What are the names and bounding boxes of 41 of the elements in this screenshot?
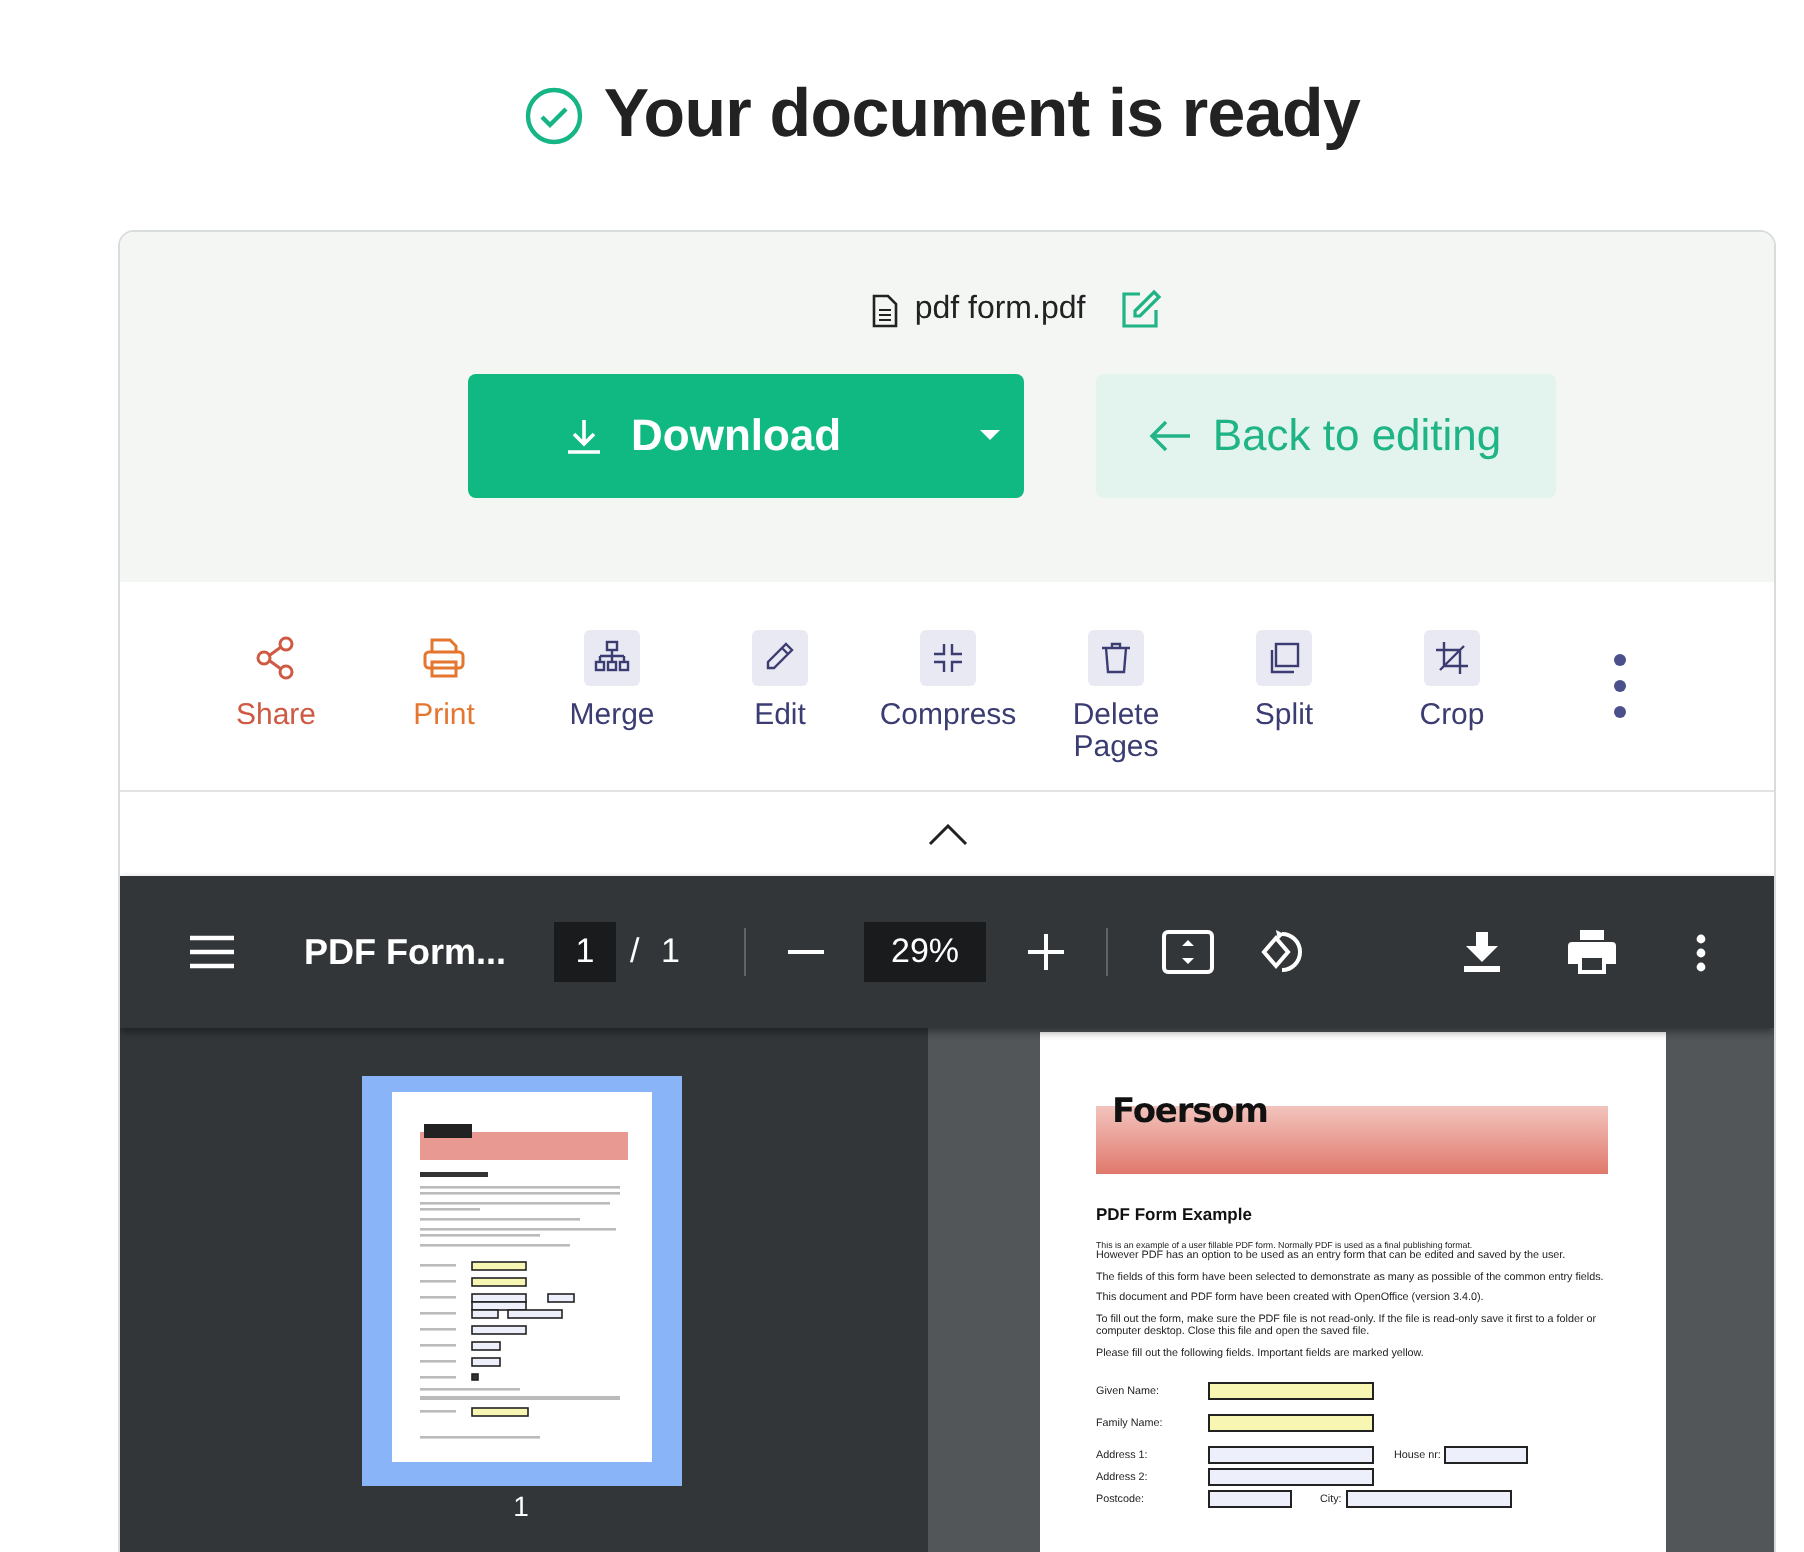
crop-icon [1430, 636, 1474, 680]
chevron-up-icon[interactable] [927, 823, 967, 845]
more-options-icon[interactable] [1696, 933, 1706, 971]
page-thumbnail[interactable] [361, 1076, 681, 1486]
share-icon [254, 636, 298, 680]
form-field[interactable] [1208, 1490, 1292, 1508]
fit-page-icon[interactable] [1162, 930, 1214, 974]
page-total: / 1 [630, 932, 682, 972]
printer-icon [422, 636, 466, 680]
logo-text: Foersom [1112, 1092, 1268, 1132]
document-heading: PDF Form Example [1096, 1204, 1254, 1224]
tool-button[interactable]: Share [192, 582, 360, 790]
page-number-field[interactable]: 1 [554, 922, 616, 982]
form-field[interactable] [1345, 1490, 1512, 1508]
page-number: 1 [513, 1490, 529, 1522]
download-icon [563, 416, 603, 456]
check-circle-icon [523, 85, 584, 145]
tool-button[interactable]: Merge [528, 582, 696, 790]
tool-button[interactable]: Crop [1368, 582, 1536, 790]
page-title: Your document is ready [603, 76, 1361, 154]
form-field[interactable] [1208, 1446, 1374, 1464]
tool-button[interactable]: Delete Pages [1032, 582, 1200, 790]
tool-button[interactable]: Compress [864, 582, 1032, 790]
form-field[interactable] [1208, 1468, 1374, 1486]
tool-button[interactable]: Edit [696, 582, 864, 790]
document-title: PDF Form... [304, 931, 509, 973]
zoom-in-icon[interactable] [1028, 934, 1064, 970]
rotate-icon[interactable] [1258, 928, 1306, 976]
document-icon [872, 293, 899, 327]
form-field[interactable] [1208, 1382, 1374, 1400]
form-field[interactable] [1444, 1446, 1529, 1464]
caret-icon[interactable] [979, 430, 999, 442]
file-name: pdf form.pdf [914, 292, 1086, 328]
arrow-left-icon [1148, 418, 1193, 454]
menu-icon[interactable] [190, 934, 234, 970]
form-field[interactable] [1208, 1414, 1374, 1432]
more-options-icon [1614, 654, 1626, 718]
tool-button[interactable]: Split [1200, 582, 1368, 790]
print-icon[interactable] [1568, 930, 1616, 974]
download-icon[interactable] [1464, 932, 1500, 972]
zoom-field[interactable]: 29% [864, 922, 986, 982]
